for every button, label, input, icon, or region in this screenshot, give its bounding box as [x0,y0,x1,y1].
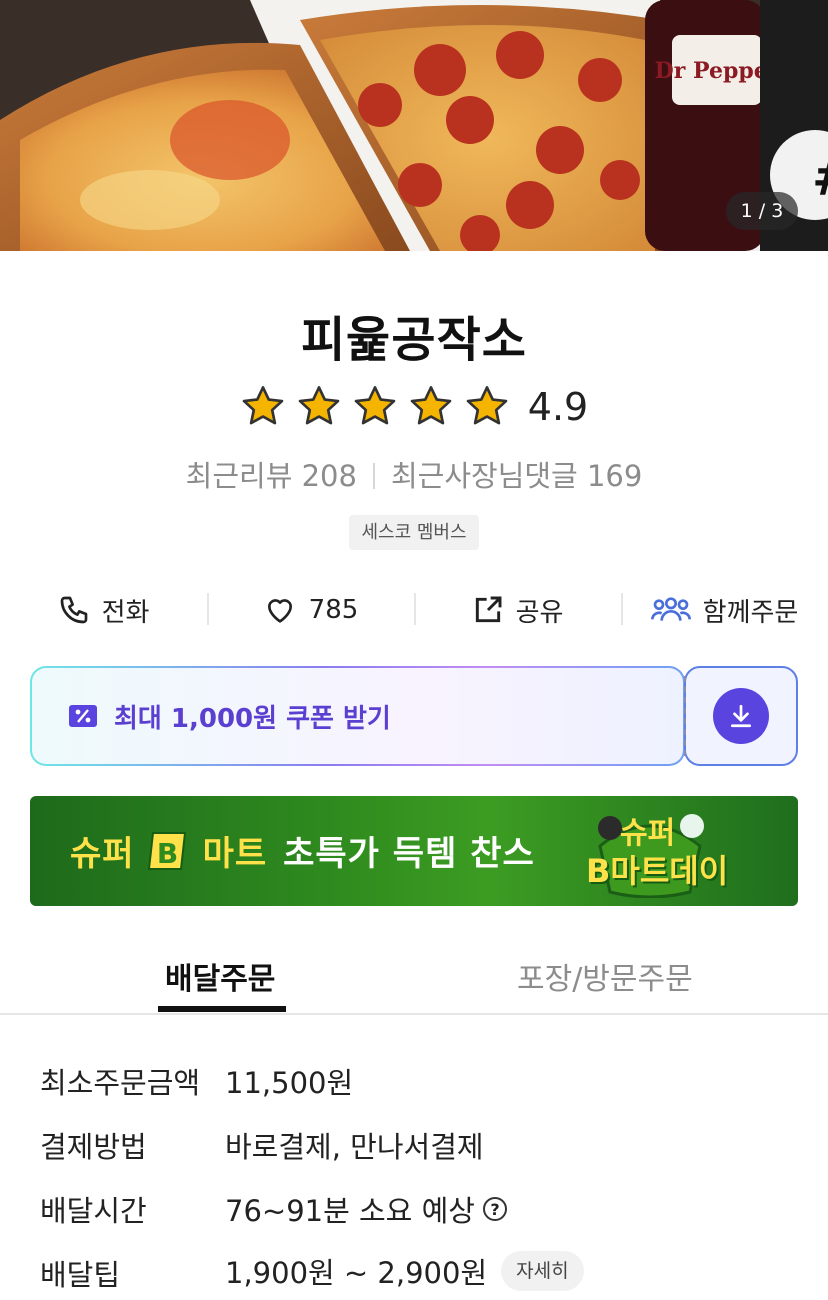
tab-active-indicator [158,1006,286,1012]
coupon-divider [684,676,686,756]
review-summary: 최근리뷰 208 최근사장님댓글 169 [0,453,828,495]
super-bmart-banner[interactable]: 슈퍼 B 마트 초특가 득템 찬스 슈퍼 B마트데이 [30,796,798,906]
rating-value: 4.9 [527,385,589,429]
delivery-time-value-wrap: 76~91분 소요 예상 ? [225,1188,507,1230]
cesco-members-badge[interactable]: 세스코 멤버스 [349,515,479,550]
coupon-download-area[interactable] [684,666,798,766]
share-button[interactable]: 공유 [414,585,621,635]
svg-text:#: # [812,149,828,207]
bmart-logo-icon: B [147,831,186,870]
divider [372,463,375,489]
delivery-tip-value: 1,900원 ~ 2,900원 [225,1256,488,1290]
coupon-text: 최대 1,000원 쿠폰 받기 [114,703,391,734]
group-order-button[interactable]: 함께주문 [621,585,828,635]
heart-icon [267,599,292,623]
call-label: 전화 [101,597,150,628]
rating[interactable]: 4.9 [0,382,828,432]
payment-label: 결제방법 [40,1130,147,1164]
download-icon [730,704,752,728]
svg-text:B: B [156,837,178,870]
star-icon [242,386,284,425]
banner-headline: 슈퍼 B 마트 초특가 득템 찬스 [70,826,535,875]
pizza-photo: Dr Pepper # [0,0,828,251]
help-icon[interactable]: ? [482,1197,507,1221]
share-label: 공유 [515,597,564,628]
min-order-label: 최소주문금액 [40,1066,201,1100]
banner-super: 슈퍼 [70,834,135,874]
owner-replies-link[interactable]: 최근사장님댓글 169 [391,459,642,493]
store-name: 피윭공작소 [301,312,527,368]
action-bar: 전화 785 공유 함께주문 [0,585,828,635]
coupon-banner[interactable]: 최대 1,000원 쿠폰 받기 [30,666,798,766]
delivery-tip-value-wrap: 1,900원 ~ 2,900원 자세히 [225,1250,584,1292]
star-icon [466,386,508,425]
star-icon [298,386,340,425]
badge-line-2: B마트데이 [586,852,729,890]
tab-pickup[interactable]: 포장/방문주문 [517,954,693,998]
coupon-icon [69,705,97,727]
tab-delivery[interactable]: 배달주문 [165,954,275,998]
delivery-time-label: 배달시간 [40,1194,147,1228]
order-type-tabs: 배달주문 포장/방문주문 [0,940,828,1015]
star-icon [410,386,452,425]
star-icon [354,386,396,425]
like-button[interactable]: 785 [207,585,414,635]
coupon-body[interactable]: 최대 1,000원 쿠폰 받기 [30,666,685,766]
delivery-tip-label: 배달팁 [40,1258,121,1292]
payment-value: 바로결제, 만나서결제 [225,1130,484,1164]
banner-mart: 마트 [202,834,268,874]
like-count: 785 [308,595,359,625]
recent-reviews-link[interactable]: 최근리뷰 208 [186,459,357,493]
call-button[interactable]: 전화 [0,585,207,635]
min-order-value: 11,500원 [225,1066,354,1100]
image-counter: 1 / 3 [726,192,798,230]
banner-offer: 초특가 득템 찬스 [283,834,535,874]
hero-image[interactable]: Dr Pepper # 1 / 3 [0,0,828,251]
group-order-label: 함께주문 [702,597,799,628]
group-icon [650,597,691,621]
share-icon [475,596,502,623]
delivery-time-value: 76~91분 소요 예상 [225,1194,475,1228]
phone-icon [60,596,87,624]
delivery-tip-detail-button[interactable]: 자세히 [501,1251,584,1291]
coupon-download-button[interactable] [713,688,769,744]
